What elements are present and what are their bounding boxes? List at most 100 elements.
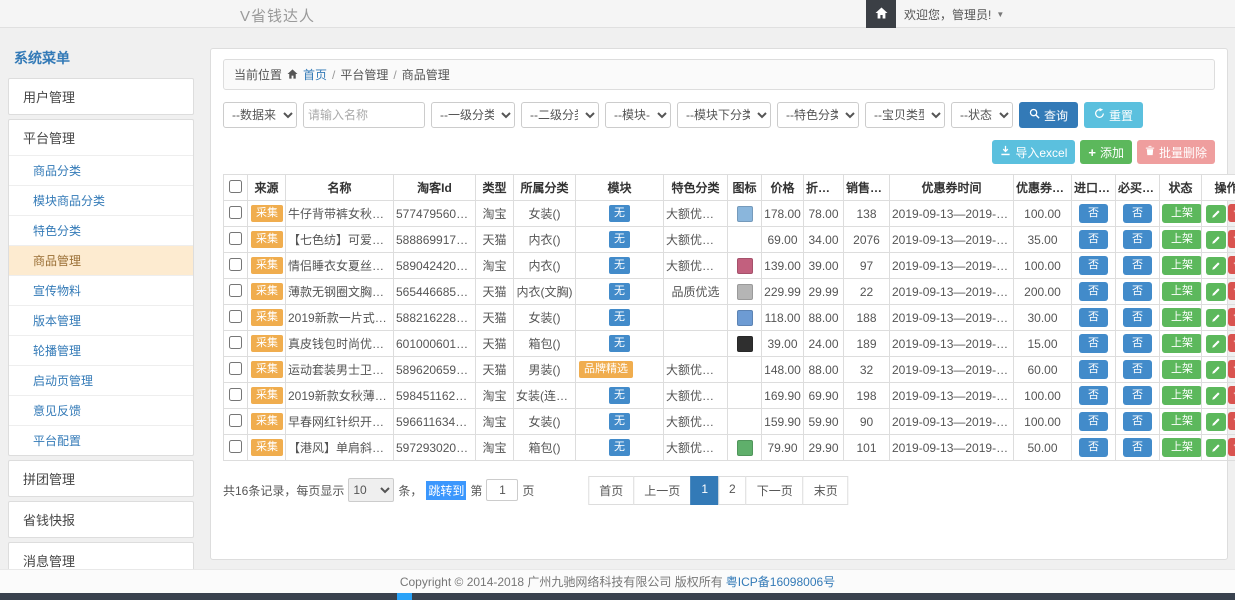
edit-button[interactable] [1206,205,1226,223]
import-select-button[interactable]: 否 [1079,360,1108,379]
sidebar-item[interactable]: 省钱快报 [9,502,193,537]
must-buy-button[interactable]: 否 [1123,386,1152,405]
edit-button[interactable] [1206,361,1226,379]
page-button[interactable]: 上一页 [633,476,691,505]
sidebar-subitem[interactable]: 商品分类 [9,155,193,185]
page-button[interactable]: 1 [690,476,719,505]
row-checkbox[interactable] [229,232,242,245]
must-buy-button[interactable]: 否 [1123,230,1152,249]
delete-button[interactable] [1228,334,1235,352]
reset-button[interactable]: 重置 [1084,102,1143,128]
row-checkbox[interactable] [229,284,242,297]
home-button[interactable] [866,0,896,28]
delete-button[interactable] [1228,386,1235,404]
bottom-scrollbar[interactable] [0,593,1235,600]
row-checkbox[interactable] [229,388,242,401]
add-button[interactable]: + 添加 [1080,140,1132,164]
edit-button[interactable] [1206,387,1226,405]
edit-button[interactable] [1206,439,1226,457]
must-buy-button[interactable]: 否 [1123,256,1152,275]
status-button[interactable]: 上架 [1162,438,1202,457]
sidebar-item[interactable]: 拼团管理 [9,461,193,496]
status-button[interactable]: 上架 [1162,204,1202,223]
sidebar-subitem[interactable]: 轮播管理 [9,335,193,365]
status-button[interactable]: 上架 [1162,230,1202,249]
import-select-button[interactable]: 否 [1079,334,1108,353]
delete-button[interactable] [1228,256,1235,274]
row-checkbox[interactable] [229,362,242,375]
sidebar-subitem[interactable]: 版本管理 [9,305,193,335]
edit-button[interactable] [1206,283,1226,301]
must-buy-button[interactable]: 否 [1123,282,1152,301]
import-select-button[interactable]: 否 [1079,230,1108,249]
batch-delete-button[interactable]: 批量删除 [1137,140,1215,164]
level2-category-select[interactable]: --二级分类-- [521,102,599,128]
row-checkbox[interactable] [229,414,242,427]
sidebar-item[interactable]: 用户管理 [9,79,193,114]
sidebar-subitem[interactable]: 模块商品分类 [9,185,193,215]
sidebar-item[interactable]: 平台管理 [9,120,193,155]
page-button[interactable]: 末页 [803,476,849,505]
name-input[interactable] [303,102,425,128]
breadcrumb-home-link[interactable]: 首页 [303,66,327,83]
import-select-button[interactable]: 否 [1079,204,1108,223]
import-select-button[interactable]: 否 [1079,256,1108,275]
jump-page-input[interactable] [486,479,518,501]
delete-button[interactable] [1228,360,1235,378]
edit-button[interactable] [1206,335,1226,353]
delete-button[interactable] [1228,308,1235,326]
status-button[interactable]: 上架 [1162,282,1202,301]
row-checkbox[interactable] [229,310,242,323]
module-sub-category-select[interactable]: --模块下分类-- [677,102,771,128]
sidebar-subitem[interactable]: 平台配置 [9,425,193,455]
page-button[interactable]: 下一页 [746,476,804,505]
status-button[interactable]: 上架 [1162,386,1202,405]
select-all-checkbox[interactable] [229,180,242,193]
import-select-button[interactable]: 否 [1079,438,1108,457]
edit-button[interactable] [1206,257,1226,275]
per-page-select[interactable]: 10 [348,478,394,502]
must-buy-button[interactable]: 否 [1123,308,1152,327]
delete-button[interactable] [1228,204,1235,222]
row-checkbox[interactable] [229,206,242,219]
row-checkbox[interactable] [229,258,242,271]
page-button[interactable]: 2 [718,476,747,505]
status-button[interactable]: 上架 [1162,360,1202,379]
feature-category-select[interactable]: --特色分类-- [777,102,859,128]
row-checkbox[interactable] [229,336,242,349]
delete-button[interactable] [1228,282,1235,300]
import-select-button[interactable]: 否 [1079,412,1108,431]
status-select[interactable]: --状态-- [951,102,1013,128]
delete-button[interactable] [1228,230,1235,248]
user-dropdown[interactable]: 欢迎您，管理员! ▼ [904,0,1004,28]
must-buy-button[interactable]: 否 [1123,334,1152,353]
status-button[interactable]: 上架 [1162,334,1202,353]
search-button[interactable]: 查询 [1019,102,1078,128]
must-buy-button[interactable]: 否 [1123,438,1152,457]
edit-button[interactable] [1206,413,1226,431]
must-buy-button[interactable]: 否 [1123,412,1152,431]
scrollbar-thumb[interactable] [397,593,412,600]
must-buy-button[interactable]: 否 [1123,360,1152,379]
data-source-select[interactable]: --数据来源-- [223,102,297,128]
sidebar-subitem[interactable]: 特色分类 [9,215,193,245]
delete-button[interactable] [1228,438,1235,456]
row-checkbox[interactable] [229,440,242,453]
import-select-button[interactable]: 否 [1079,386,1108,405]
delete-button[interactable] [1228,412,1235,430]
import-select-button[interactable]: 否 [1079,282,1108,301]
status-button[interactable]: 上架 [1162,256,1202,275]
must-buy-button[interactable]: 否 [1123,204,1152,223]
icp-link[interactable]: 粤ICP备16098006号 [726,573,835,590]
import-excel-button[interactable]: 导入excel [992,140,1075,164]
edit-button[interactable] [1206,231,1226,249]
sidebar-subitem[interactable]: 宣传物料 [9,275,193,305]
status-button[interactable]: 上架 [1162,412,1202,431]
module-select[interactable]: --模块-- [605,102,671,128]
sidebar-subitem[interactable]: 意见反馈 [9,395,193,425]
status-button[interactable]: 上架 [1162,308,1202,327]
page-button[interactable]: 首页 [588,476,634,505]
sidebar-subitem[interactable]: 商品管理 [9,245,193,275]
edit-button[interactable] [1206,309,1226,327]
sidebar-subitem[interactable]: 启动页管理 [9,365,193,395]
